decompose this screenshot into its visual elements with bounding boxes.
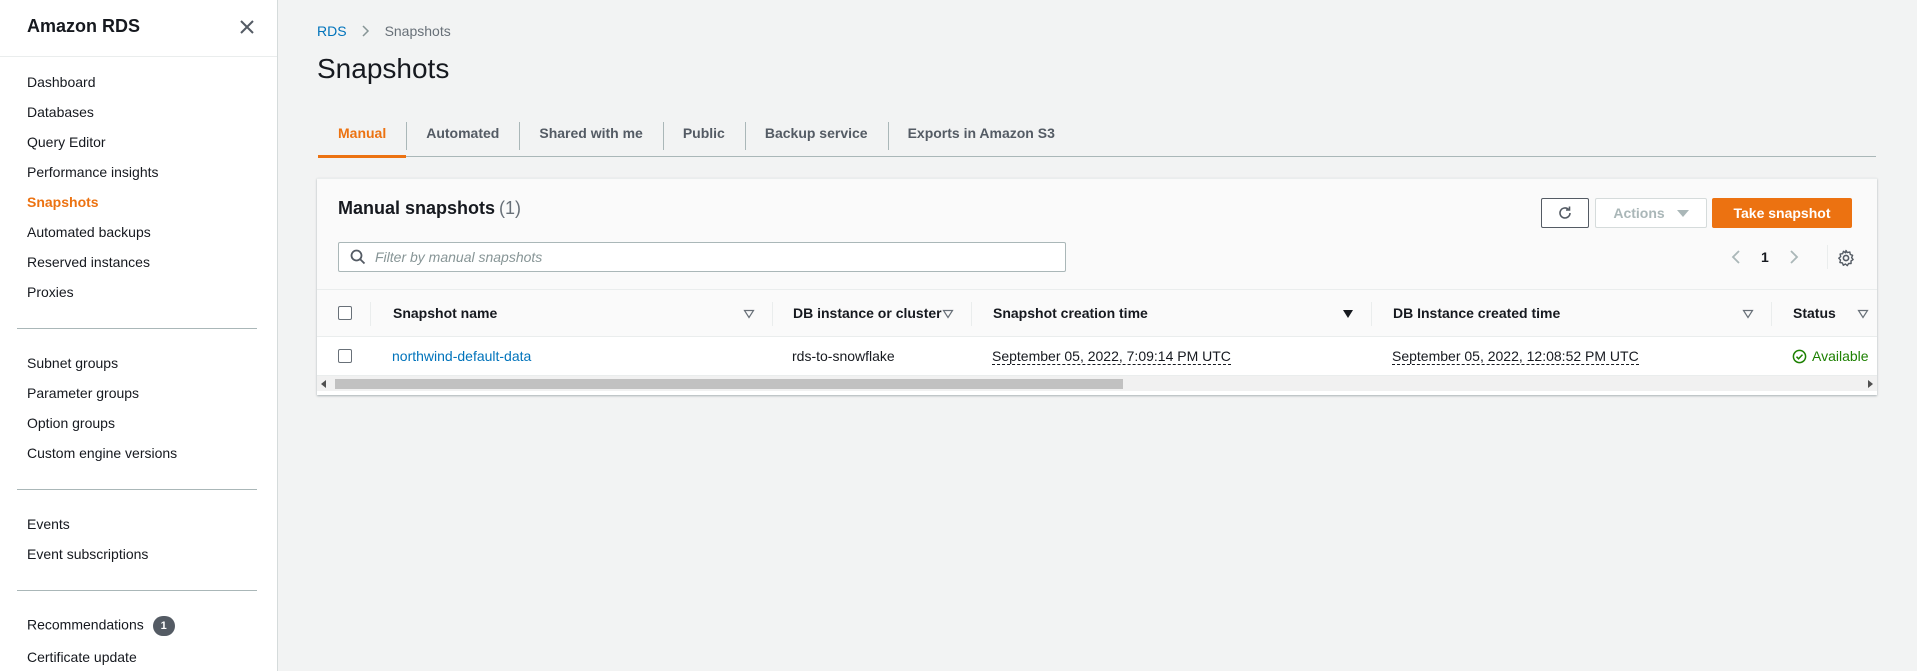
sidebar-item-custom-engine-versions[interactable]: Custom engine versions	[27, 445, 177, 461]
caret-down-icon	[1676, 209, 1689, 217]
sidebar-item-recommendations[interactable]: Recommendations 1	[27, 616, 175, 636]
instance-created-time-cell: September 05, 2022, 12:08:52 PM UTC	[1392, 337, 1639, 375]
close-icon[interactable]	[236, 16, 258, 38]
snapshot-creation-time[interactable]: September 05, 2022, 7:09:14 PM UTC	[992, 348, 1231, 365]
sidebar-divider	[17, 328, 257, 329]
snapshot-creation-time-cell: September 05, 2022, 7:09:14 PM UTC	[992, 337, 1231, 375]
sidebar-header: Amazon RDS	[0, 0, 277, 57]
take-snapshot-button[interactable]: Take snapshot	[1712, 198, 1852, 228]
scroll-right-arrow-icon[interactable]	[1868, 380, 1873, 388]
status-badge: Available	[1792, 348, 1869, 364]
chevron-right-icon[interactable]	[1783, 247, 1803, 267]
page-number[interactable]: 1	[1761, 249, 1769, 265]
tab-public[interactable]: Public	[662, 110, 745, 156]
horizontal-scrollbar[interactable]	[317, 375, 1877, 391]
sidebar-item-automated-backups[interactable]: Automated backups	[27, 224, 151, 240]
actions-dropdown[interactable]: Actions	[1595, 198, 1707, 228]
check-circle-icon	[1792, 349, 1807, 363]
sort-icon[interactable]	[1857, 309, 1869, 319]
pagination: 1	[1727, 247, 1803, 267]
instance-created-time[interactable]: September 05, 2022, 12:08:52 PM UTC	[1392, 348, 1639, 365]
sidebar-title: Amazon RDS	[27, 16, 141, 36]
sidebar-item-certificate-update[interactable]: Certificate update	[27, 649, 137, 665]
refresh-icon	[1559, 206, 1571, 219]
sort-icon[interactable]	[743, 309, 755, 319]
column-separator	[370, 302, 371, 326]
refresh-button[interactable]	[1541, 198, 1589, 228]
actions-label: Actions	[1613, 205, 1665, 221]
row-checkbox[interactable]	[338, 349, 352, 363]
table-header: Snapshot name DB instance or cluster Sna…	[317, 289, 1877, 337]
tab-automated[interactable]: Automated	[406, 110, 519, 156]
column-separator	[772, 302, 773, 326]
db-instance-cell: rds-to-snowflake	[792, 348, 895, 364]
tab-exports-in-amazon-s3[interactable]: Exports in Amazon S3	[887, 110, 1075, 156]
search-icon	[350, 249, 366, 265]
sidebar-divider	[17, 489, 257, 490]
column-header-snapshot-name[interactable]: Snapshot name	[393, 290, 497, 336]
sidebar-item-reserved-instances[interactable]: Reserved instances	[27, 254, 150, 270]
sidebar-item-events[interactable]: Events	[27, 516, 70, 532]
tab-backup-service[interactable]: Backup service	[744, 110, 888, 156]
snapshot-count: (1)	[499, 198, 522, 218]
sidebar-item-parameter-groups[interactable]: Parameter groups	[27, 385, 139, 401]
table-row: northwind-default-data rds-to-snowflake …	[317, 337, 1877, 375]
column-header-status[interactable]: Status	[1793, 290, 1836, 336]
scrollbar-thumb[interactable]	[335, 379, 1123, 389]
panel-title: Manual snapshots (1)	[338, 198, 521, 219]
tab-shared-with-me[interactable]: Shared with me	[519, 110, 662, 156]
tab-manual[interactable]: Manual	[318, 110, 407, 158]
sidebar-item-databases[interactable]: Databases	[27, 104, 94, 120]
sidebar-item-performance-insights[interactable]: Performance insights	[27, 164, 159, 180]
search-input[interactable]	[375, 249, 1055, 265]
sidebar: Amazon RDS Dashboard Databases Query Edi…	[0, 0, 278, 671]
select-all-checkbox[interactable]	[338, 306, 352, 320]
column-header-snapshot-creation-time[interactable]: Snapshot creation time	[993, 290, 1148, 336]
breadcrumb: RDS Snapshots	[317, 23, 451, 39]
column-separator	[1371, 302, 1372, 326]
column-separator	[1771, 302, 1772, 326]
sort-icon[interactable]	[942, 309, 954, 319]
column-header-db-instance-created-time[interactable]: DB Instance created time	[1393, 290, 1560, 336]
chevron-right-icon	[362, 25, 369, 37]
sidebar-item-snapshots[interactable]: Snapshots	[27, 194, 99, 210]
status-text: Available	[1812, 348, 1869, 364]
panel-header: Manual snapshots (1) Actions Take snapsho…	[317, 179, 1877, 289]
panel-title-text: Manual snapshots	[338, 198, 496, 218]
sidebar-item-option-groups[interactable]: Option groups	[27, 415, 115, 431]
sidebar-item-event-subscriptions[interactable]: Event subscriptions	[27, 546, 148, 562]
sidebar-item-subnet-groups[interactable]: Subnet groups	[27, 355, 118, 371]
sidebar-item-query-editor[interactable]: Query Editor	[27, 134, 106, 150]
snapshot-name-link[interactable]: northwind-default-data	[392, 337, 531, 375]
search-field	[338, 242, 1066, 272]
snapshot-name-text[interactable]: northwind-default-data	[392, 348, 531, 364]
sort-icon[interactable]	[1742, 309, 1754, 319]
sidebar-item-label: Recommendations	[27, 616, 144, 633]
column-separator	[971, 302, 972, 326]
column-header-db-instance[interactable]: DB instance or cluster	[793, 290, 942, 336]
sort-descending-icon[interactable]	[1342, 309, 1354, 319]
chevron-left-icon[interactable]	[1727, 247, 1747, 267]
pagination-divider	[1827, 245, 1828, 269]
sidebar-item-proxies[interactable]: Proxies	[27, 284, 74, 300]
snapshot-tabs: Manual Automated Shared with me Public B…	[318, 110, 1876, 158]
manual-snapshots-panel: Manual snapshots (1) Actions Take snapsho…	[317, 178, 1877, 395]
page-title: Snapshots	[317, 53, 450, 84]
status-cell: Available	[1792, 337, 1869, 375]
scroll-left-arrow-icon[interactable]	[321, 380, 326, 388]
breadcrumb-rds-link[interactable]: RDS	[317, 23, 347, 39]
sidebar-divider	[17, 590, 257, 591]
sidebar-item-dashboard[interactable]: Dashboard	[27, 74, 96, 90]
breadcrumb-current: Snapshots	[384, 23, 451, 39]
count-badge: 1	[152, 616, 175, 636]
gear-icon[interactable]	[1837, 249, 1855, 267]
